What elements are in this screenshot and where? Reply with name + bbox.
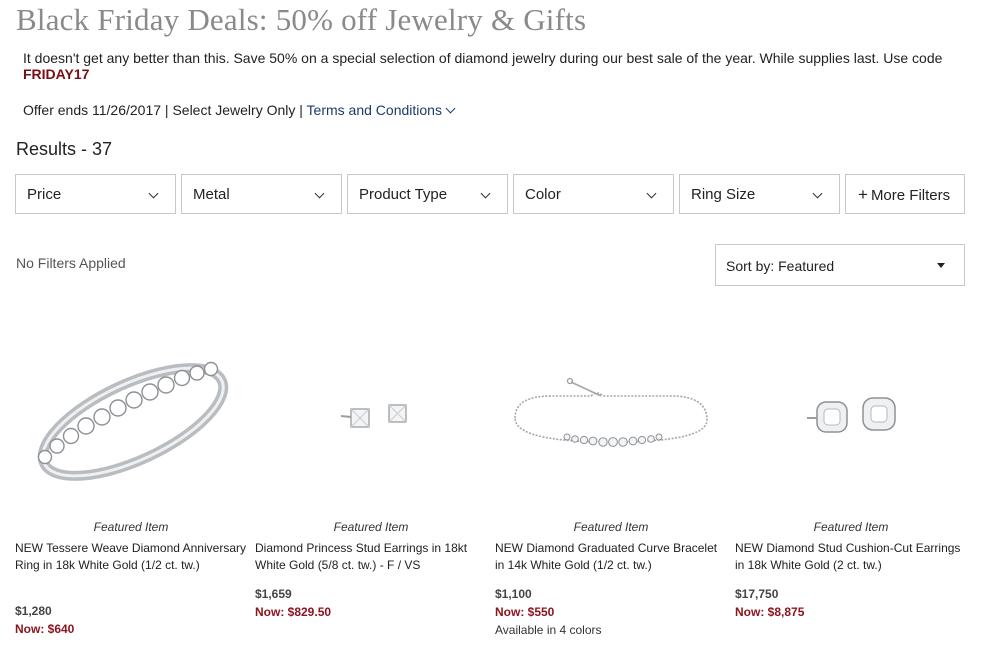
filter-product-type[interactable]: Product Type (347, 174, 508, 214)
featured-label: Featured Item (333, 520, 409, 534)
product-name[interactable]: NEW Diamond Graduated Curve Bracelet in … (495, 540, 727, 574)
filter-label: Product Type (359, 186, 448, 203)
sale-price: Now: $550 (495, 605, 555, 619)
filter-ring-size[interactable]: Ring Size (679, 174, 840, 214)
page-title: Black Friday Deals: 50% off Jewelry & Gi… (16, 2, 587, 37)
product-name[interactable]: NEW Tessere Weave Diamond Anniversary Ri… (15, 540, 247, 574)
product-name[interactable]: Diamond Princess Stud Earrings in 18kt W… (255, 540, 487, 574)
filter-price[interactable]: Price (15, 174, 176, 214)
terms-label: Terms and Conditions (306, 102, 442, 118)
original-price: $17,750 (735, 587, 779, 601)
product-image-princess-studs[interactable] (255, 330, 487, 510)
promo-banner: It doesn't get any better than this. Sav… (23, 50, 963, 82)
terms-and-conditions-link[interactable]: Terms and Conditions (306, 102, 456, 118)
chevron-down-icon (812, 188, 823, 199)
caret-down-icon (937, 263, 945, 268)
more-filters-label: More Filters (870, 187, 951, 204)
bracelet-icon (514, 377, 708, 447)
sale-price: Now: $829.50 (255, 605, 332, 619)
product-image-bracelet[interactable] (495, 330, 727, 510)
earrings-icon (807, 397, 896, 433)
ring-icon (37, 361, 229, 481)
chevron-down-icon (314, 188, 325, 199)
sort-label: Sort by: Featured (726, 258, 835, 274)
filter-label: Ring Size (691, 186, 756, 203)
product-name[interactable]: NEW Diamond Stud Cushion-Cut Earrings in… (735, 540, 967, 574)
featured-label: Featured Item (813, 520, 889, 534)
sale-price: Now: $640 (15, 622, 75, 636)
filter-color[interactable]: Color (513, 174, 674, 214)
filter-metal[interactable]: Metal (181, 174, 342, 214)
filter-label: Price (27, 186, 62, 203)
chevron-down-icon (445, 103, 456, 114)
plus-icon: + (858, 185, 868, 204)
sort-dropdown[interactable]: Sort by: Featured (715, 244, 965, 286)
filter-bar: Price Metal Product Type Color Ring Size… (15, 174, 965, 216)
no-filters-applied: No Filters Applied (16, 255, 126, 271)
filter-label: Color (525, 186, 561, 203)
original-price: $1,659 (255, 587, 292, 601)
promo-text: It doesn't get any better than this. Sav… (23, 50, 943, 66)
filter-label: Metal (193, 186, 230, 203)
featured-label: Featured Item (93, 520, 169, 534)
product-image-cushion-studs[interactable] (735, 330, 967, 510)
product-image-ring[interactable] (15, 330, 247, 510)
featured-label: Featured Item (573, 520, 649, 534)
chevron-down-icon (148, 188, 159, 199)
original-price: $1,100 (495, 587, 532, 601)
original-price: $1,280 (15, 604, 52, 618)
more-filters-button[interactable]: + More Filters (845, 174, 965, 214)
promo-code: FRIDAY17 (23, 66, 90, 82)
earrings-icon (340, 404, 407, 428)
chevron-down-icon (480, 188, 491, 199)
available-colors: Available in 4 colors (495, 623, 602, 637)
sale-price: Now: $8,875 (735, 605, 805, 619)
offer-text: Offer ends 11/26/2017 | Select Jewelry O… (23, 102, 303, 118)
chevron-down-icon (646, 188, 657, 199)
offer-line: Offer ends 11/26/2017 | Select Jewelry O… (23, 102, 456, 118)
results-count: Results - 37 (16, 139, 113, 159)
